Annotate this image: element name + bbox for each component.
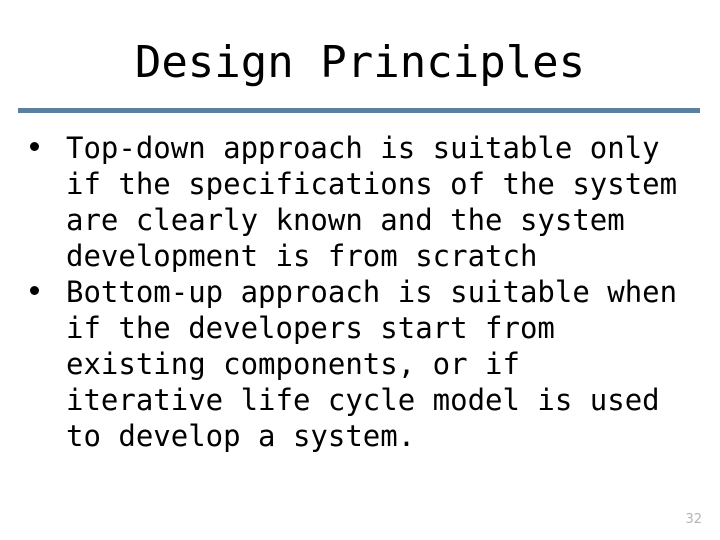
bullet-text-block: Bottom-up approach is suitable when if t… bbox=[66, 274, 708, 454]
title-divider bbox=[18, 108, 700, 113]
slide-body: Top-down approach is suitable only if th… bbox=[18, 130, 708, 454]
bullet-line: to develop a system. bbox=[66, 419, 416, 453]
bullet-line: development is from scratch bbox=[66, 239, 538, 273]
bullet-line: are clearly known and the system bbox=[66, 203, 625, 237]
bullet-text-block: Top-down approach is suitable only if th… bbox=[66, 130, 708, 274]
bullet-line: if the developers start from bbox=[66, 311, 555, 345]
bullet-line: if the specifications of the system bbox=[66, 167, 678, 201]
bullet-line: iterative life cycle model is used bbox=[66, 383, 660, 417]
bullet-dot-icon bbox=[30, 142, 39, 151]
slide-canvas: Design Principles Top-down approach is s… bbox=[0, 0, 720, 540]
list-item: Bottom-up approach is suitable when if t… bbox=[18, 274, 708, 454]
page-number: 32 bbox=[685, 512, 702, 527]
list-item: Top-down approach is suitable only if th… bbox=[18, 130, 708, 274]
bullet-line: Top-down approach is suitable only bbox=[66, 131, 660, 165]
page-title: Design Principles bbox=[134, 37, 586, 88]
bullet-line: Bottom-up approach is suitable when bbox=[66, 275, 678, 309]
bullet-dot-icon bbox=[30, 286, 39, 295]
bullet-line: existing components, or if bbox=[66, 347, 520, 381]
